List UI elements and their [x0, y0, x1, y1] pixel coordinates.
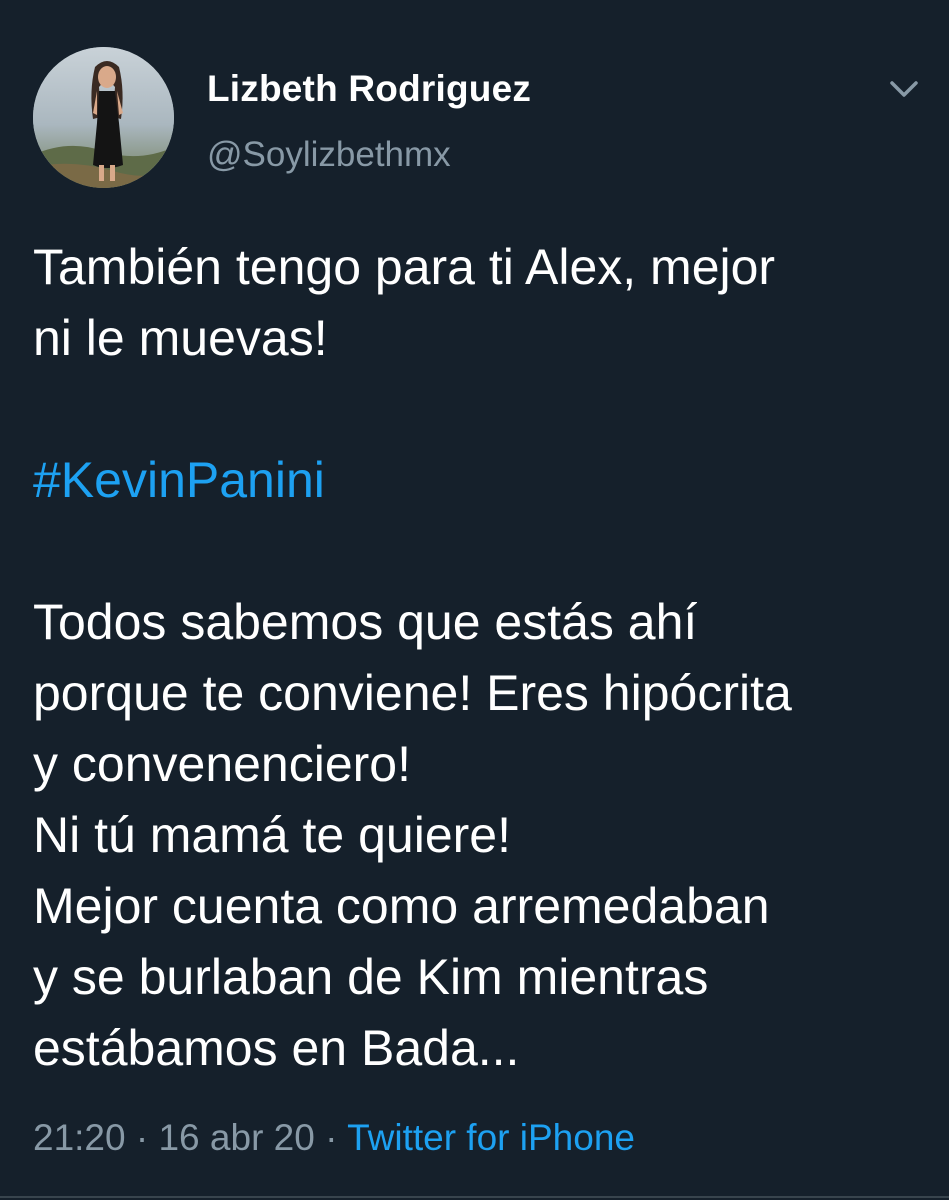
tweet-text-line: estábamos en Bada...: [33, 1020, 520, 1076]
meta-separator: ·: [314, 1117, 348, 1158]
tweet-metadata: 21:20 · 16 abr 20 · Twitter for iPhone: [33, 1117, 635, 1159]
tweet-date[interactable]: 16 abr 20: [158, 1117, 314, 1158]
author-display-name[interactable]: Lizbeth Rodriguez: [207, 68, 531, 110]
tweet-text-line: y se burlaban de Kim mientras: [33, 949, 709, 1005]
tweet-source-link[interactable]: Twitter for iPhone: [347, 1117, 635, 1158]
meta-separator: ·: [125, 1117, 159, 1158]
tweet-card: Lizbeth Rodriguez @Soylizbethmx También …: [0, 0, 949, 1200]
author-handle[interactable]: @Soylizbethmx: [207, 135, 451, 175]
tweet-text-line: y convenenciero!: [33, 736, 412, 792]
tweet-text-line: Todos sabemos que estás ahí: [33, 594, 698, 650]
chevron-down-icon[interactable]: [884, 74, 924, 104]
tweet-time[interactable]: 21:20: [33, 1117, 126, 1158]
tweet-text-line: Ni tú mamá te quiere!: [33, 807, 511, 863]
avatar[interactable]: [33, 47, 174, 188]
tweet-text-line: También tengo para ti Alex, mejor: [33, 239, 776, 295]
hashtag-link[interactable]: #KevinPanini: [33, 445, 923, 516]
tweet-text-line: porque te conviene! Eres hipócrita: [33, 665, 792, 721]
avatar-photo: [33, 47, 174, 188]
tweet-text-line: ni le muevas!: [33, 310, 328, 366]
tweet-text: También tengo para ti Alex, mejor ni le …: [33, 232, 923, 1084]
divider: [0, 1196, 949, 1198]
tweet-text-line: Mejor cuenta como arremedaban: [33, 878, 770, 934]
